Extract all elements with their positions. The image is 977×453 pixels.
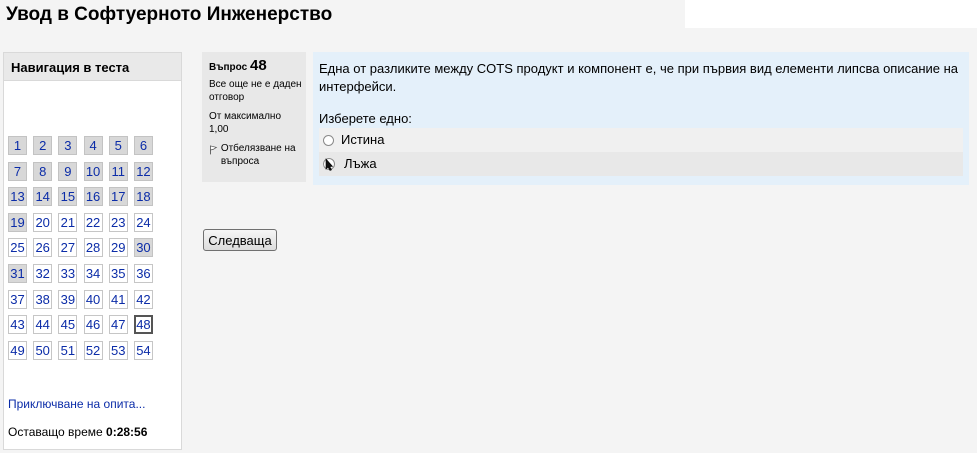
nav-question-40[interactable]: 40 [83, 289, 103, 309]
radio-false[interactable] [323, 157, 336, 171]
nav-question-10[interactable]: 10 [83, 161, 103, 181]
nav-row: 37 38 39 40 41 42 [8, 289, 178, 316]
answer-prompt: Изберете едно: [319, 111, 412, 126]
question-grade-value: 1,00 [209, 124, 229, 135]
nav-question-48[interactable]: 48 [133, 315, 153, 335]
nav-question-15[interactable]: 15 [58, 187, 78, 207]
question-grade-label: От максимално [209, 111, 282, 122]
nav-question-23[interactable]: 23 [108, 212, 128, 232]
nav-question-16[interactable]: 16 [83, 187, 103, 207]
answer-option-false[interactable]: Лъжа [319, 152, 963, 176]
nav-question-26[interactable]: 26 [33, 238, 53, 258]
nav-question-19[interactable]: 19 [8, 212, 27, 232]
nav-question-33[interactable]: 33 [58, 263, 78, 283]
nav-question-1[interactable]: 1 [8, 136, 27, 155]
next-button[interactable]: Следваща [203, 229, 277, 251]
answer-label-false: Лъжа [344, 156, 377, 171]
time-left-label: Оставащо време [8, 425, 103, 439]
answer-label-true: Истина [341, 132, 385, 147]
nav-question-41[interactable]: 41 [108, 289, 128, 309]
nav-question-44[interactable]: 44 [33, 315, 53, 335]
question-content: Една от разликите между COTS продукт и к… [313, 52, 969, 185]
nav-row: 19 20 21 22 23 24 [8, 212, 178, 239]
nav-question-46[interactable]: 46 [83, 315, 103, 335]
question-number-value: 48 [249, 57, 267, 74]
flag-question-toggle[interactable]: Отбелязване на въпроса [209, 142, 306, 168]
question-nav-grid: 1 2 3 4 5 6 7 8 9 10 11 12 13 14 15 16 17 18 19 20 21 22 23 24 2… [8, 136, 178, 366]
nav-question-9[interactable]: 9 [58, 161, 78, 181]
header-blank-area [685, 0, 977, 28]
radio-true[interactable] [323, 134, 334, 146]
nav-question-50[interactable]: 50 [33, 340, 53, 360]
nav-question-18[interactable]: 18 [133, 187, 153, 207]
nav-question-13[interactable]: 13 [8, 187, 27, 207]
nav-question-20[interactable]: 20 [33, 212, 53, 232]
nav-question-35[interactable]: 35 [108, 263, 128, 283]
nav-question-37[interactable]: 37 [8, 289, 27, 309]
nav-question-36[interactable]: 36 [133, 263, 153, 283]
nav-question-11[interactable]: 11 [108, 161, 128, 181]
question-number-label: Въпрос [209, 62, 248, 73]
nav-question-53[interactable]: 53 [108, 340, 128, 360]
nav-question-52[interactable]: 52 [83, 340, 103, 360]
nav-question-14[interactable]: 14 [33, 187, 53, 207]
nav-question-38[interactable]: 38 [33, 289, 53, 309]
nav-question-6[interactable]: 6 [133, 136, 153, 155]
nav-question-31[interactable]: 31 [8, 263, 27, 283]
nav-question-51[interactable]: 51 [58, 340, 78, 360]
finish-attempt-link[interactable]: Приключване на опита... [8, 397, 145, 411]
quiz-navigation-heading: Навигация в теста [4, 53, 181, 81]
nav-question-22[interactable]: 22 [83, 212, 103, 232]
page-title: Увод в Софтуерното Инженерство [6, 4, 333, 25]
question-info: Въпрос 48 Все още не е даден отговор От … [202, 52, 306, 182]
nav-question-49[interactable]: 49 [8, 340, 27, 360]
question-grade: От максимално 1,00 [209, 110, 306, 136]
nav-question-27[interactable]: 27 [58, 238, 78, 258]
time-left: Оставащо време 0:28:56 [8, 425, 147, 439]
nav-question-8[interactable]: 8 [33, 161, 53, 181]
nav-question-12[interactable]: 12 [133, 161, 153, 181]
nav-question-7[interactable]: 7 [8, 161, 27, 181]
nav-row: 31 32 33 34 35 36 [8, 263, 178, 290]
nav-question-3[interactable]: 3 [58, 136, 78, 155]
nav-question-32[interactable]: 32 [33, 263, 53, 283]
nav-row: 7 8 9 10 11 12 [8, 161, 178, 188]
nav-row: 25 26 27 28 29 30 [8, 238, 178, 264]
question-state: Все още не е даден отговор [209, 79, 302, 103]
nav-question-54[interactable]: 54 [133, 340, 153, 360]
nav-question-4[interactable]: 4 [83, 136, 103, 155]
flag-icon [210, 145, 218, 155]
quiz-navigation-block: Навигация в теста 1 2 3 4 5 6 7 8 9 10 11 12 13 14 15 1… [3, 52, 182, 450]
nav-question-28[interactable]: 28 [83, 238, 103, 258]
nav-question-43[interactable]: 43 [8, 315, 27, 335]
nav-question-25[interactable]: 25 [8, 238, 27, 258]
flag-question-label: Отбелязване на въпроса [220, 143, 296, 167]
nav-question-2[interactable]: 2 [33, 136, 53, 155]
time-left-value: 0:28:56 [106, 425, 148, 439]
nav-question-21[interactable]: 21 [58, 212, 78, 232]
nav-question-17[interactable]: 17 [108, 187, 128, 207]
nav-question-30[interactable]: 30 [133, 238, 153, 258]
nav-question-42[interactable]: 42 [133, 289, 153, 309]
question-text: Една от разликите между COTS продукт и к… [319, 61, 959, 94]
nav-row: 123456 [8, 136, 178, 162]
nav-question-39[interactable]: 39 [58, 289, 78, 309]
nav-question-34[interactable]: 34 [83, 263, 103, 283]
nav-question-45[interactable]: 45 [58, 315, 78, 335]
answer-option-true[interactable]: Истина [319, 128, 963, 152]
nav-question-29[interactable]: 29 [108, 238, 128, 258]
nav-question-47[interactable]: 47 [108, 315, 128, 335]
nav-row: 13 14 15 16 17 18 [8, 187, 178, 213]
nav-question-5[interactable]: 5 [108, 136, 128, 155]
nav-row: 49 50 51 52 53 54 [8, 340, 178, 367]
nav-row: 43 44 45 46 47 48 [8, 315, 178, 341]
question-number: Въпрос 48 [209, 57, 306, 74]
nav-question-24[interactable]: 24 [133, 212, 153, 232]
